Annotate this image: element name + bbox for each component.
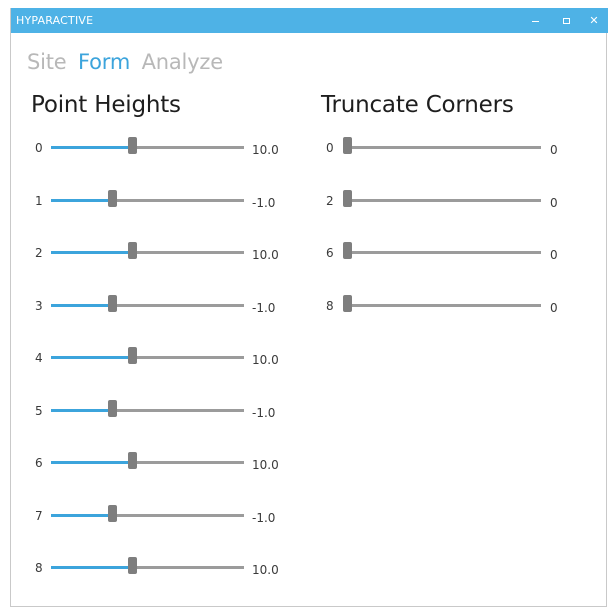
point-height-value-label: -1.0	[252, 300, 276, 315]
truncate-corner-value-label: 0	[550, 248, 558, 262]
tab-analyze[interactable]: Analyze	[142, 50, 224, 74]
truncate-corner-slider-track[interactable]	[343, 251, 541, 254]
point-height-row: 0 10.0	[35, 137, 285, 159]
point-height-slider-fill	[51, 513, 109, 517]
point-height-value-label: -1.0	[252, 195, 276, 210]
point-height-slider-thumb[interactable]	[128, 452, 138, 469]
point-height-value-label: 10.0	[252, 248, 279, 262]
point-height-index-label: 4	[35, 351, 43, 365]
truncate-corner-slider-track[interactable]	[343, 146, 541, 149]
point-height-slider-fill	[51, 408, 109, 412]
point-height-value-label: 10.0	[252, 458, 279, 472]
point-height-index-label: 8	[35, 561, 43, 575]
point-height-slider-thumb[interactable]	[128, 557, 138, 574]
truncate-corner-value-label: 0	[550, 300, 558, 315]
truncate-corner-index-label: 2	[326, 193, 334, 208]
point-height-slider-fill	[51, 303, 109, 307]
truncate-corner-row: 00	[326, 137, 566, 159]
truncate-corner-index-label: 8	[326, 298, 334, 313]
point-height-value-label: -1.0	[252, 510, 276, 525]
point-height-index-label: 6	[35, 456, 43, 470]
point-height-slider-thumb[interactable]	[128, 242, 138, 259]
truncate-corner-index-label: 0	[326, 141, 334, 155]
point-height-row: 6 10.0	[35, 452, 285, 474]
point-height-slider-thumb[interactable]	[108, 504, 118, 522]
point-height-slider-thumb[interactable]	[108, 294, 118, 312]
truncate-corner-index-label: 6	[326, 246, 334, 260]
truncate-corner-slider-track[interactable]	[343, 303, 541, 307]
point-height-value-label: 10.0	[252, 563, 279, 577]
point-height-index-label: 5	[35, 403, 43, 418]
tab-form[interactable]: Form	[78, 50, 130, 74]
truncate-corner-slider-thumb[interactable]	[343, 294, 352, 312]
app-window: HYPARACTIVE ✕ Site Form Analyze Point He…	[10, 8, 608, 607]
point-height-index-label: 7	[35, 508, 43, 523]
point-height-row: 2 10.0	[35, 242, 285, 264]
maximize-button[interactable]	[557, 12, 575, 29]
point-height-index-label: 3	[35, 298, 43, 313]
window-title: HYPARACTIVE	[16, 14, 94, 27]
minimize-button[interactable]	[526, 12, 544, 29]
point-height-row: 8 10.0	[35, 557, 285, 579]
point-height-slider-fill	[51, 356, 129, 359]
point-height-row: 7 -1.0	[35, 504, 285, 527]
truncate-corner-slider-thumb[interactable]	[343, 189, 352, 207]
point-height-slider-fill	[51, 146, 129, 149]
point-height-index-label: 2	[35, 246, 43, 260]
point-height-slider-thumb[interactable]	[128, 137, 138, 154]
close-button[interactable]: ✕	[585, 12, 603, 29]
truncate-corner-value-label: 0	[550, 195, 558, 210]
truncate-corners-title: Truncate Corners	[321, 92, 514, 118]
point-height-row: 4 10.0	[35, 347, 285, 369]
truncate-corner-row: 80	[326, 294, 566, 317]
point-height-value-label: 10.0	[252, 143, 279, 157]
truncate-corner-slider-thumb[interactable]	[343, 137, 352, 154]
point-height-value-label: 10.0	[252, 353, 279, 367]
close-icon: ✕	[589, 14, 599, 27]
truncate-corner-row: 20	[326, 189, 566, 212]
point-height-row: 1 -1.0	[35, 189, 285, 212]
truncate-corner-row: 60	[326, 242, 566, 264]
maximize-icon	[562, 18, 570, 24]
point-heights-title: Point Heights	[31, 92, 181, 118]
truncate-corner-value-label: 0	[550, 143, 558, 157]
point-height-slider-fill	[51, 198, 109, 202]
point-height-slider-fill	[51, 251, 129, 254]
point-height-row: 3 -1.0	[35, 294, 285, 317]
truncate-corner-slider-thumb[interactable]	[343, 242, 352, 259]
point-height-slider-thumb[interactable]	[108, 399, 118, 417]
point-height-row: 5 -1.0	[35, 399, 285, 422]
title-bar[interactable]: HYPARACTIVE ✕	[11, 8, 608, 33]
tab-site[interactable]: Site	[27, 50, 67, 74]
minimize-icon	[531, 20, 539, 22]
point-height-slider-thumb[interactable]	[128, 347, 138, 364]
point-height-slider-fill	[51, 461, 129, 464]
main-nav: Site Form Analyze	[27, 50, 228, 74]
truncate-corner-slider-track[interactable]	[343, 198, 541, 202]
point-height-value-label: -1.0	[252, 405, 276, 420]
point-height-slider-thumb[interactable]	[108, 189, 118, 207]
point-height-index-label: 1	[35, 193, 43, 208]
point-height-index-label: 0	[35, 141, 43, 155]
point-height-slider-fill	[51, 566, 129, 569]
